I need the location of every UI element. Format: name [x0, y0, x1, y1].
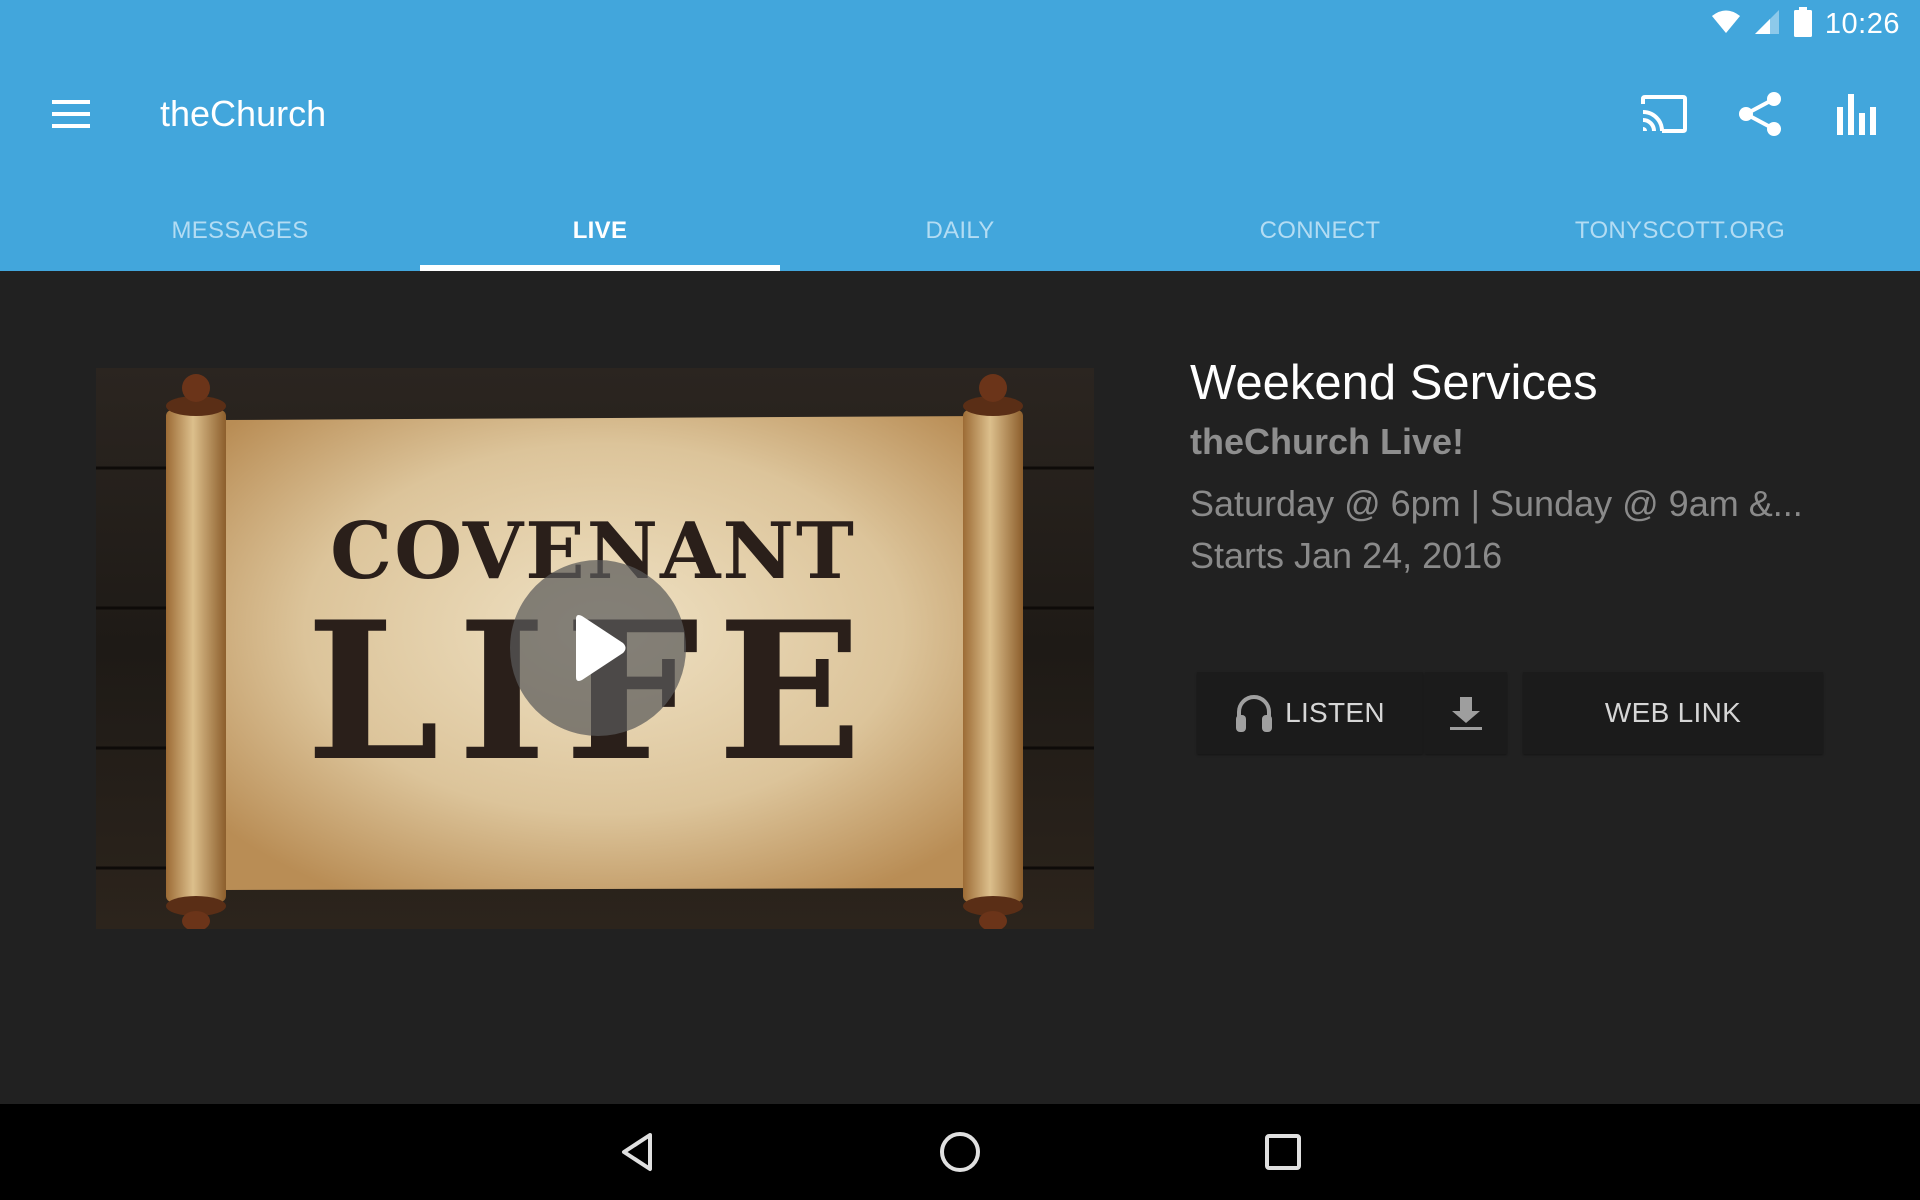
home-button[interactable] [920, 1122, 1000, 1182]
tab-bar: MESSAGES LIVE DAILY CONNECT TONYSCOTT.OR… [0, 190, 1920, 271]
hamburger-menu-icon [52, 100, 90, 128]
tab-spacer [0, 190, 60, 271]
battery-icon [1793, 6, 1813, 42]
live-info: Weekend Services theChurch Live! Saturda… [1190, 350, 1830, 582]
event-schedule: Saturday @ 6pm | Sunday @ 9am &... [1190, 483, 1803, 524]
event-start-date: Starts Jan 24, 2016 [1190, 535, 1503, 576]
cast-icon [1641, 95, 1687, 133]
listen-button[interactable]: LISTEN [1197, 672, 1423, 754]
share-button[interactable] [1730, 84, 1790, 144]
tab-connect[interactable]: CONNECT [1140, 190, 1500, 271]
app-root: 10:26 theChurch MESSAGES LIVE DAILY CONN… [0, 0, 1920, 1200]
home-icon [940, 1132, 980, 1172]
bar-chart-icon [1837, 94, 1876, 135]
status-time: 10:26 [1824, 7, 1900, 40]
tab-messages[interactable]: MESSAGES [60, 190, 420, 271]
recents-button[interactable] [1243, 1122, 1323, 1182]
recents-icon [1265, 1134, 1301, 1170]
play-icon [576, 615, 626, 681]
download-icon [1450, 697, 1482, 730]
share-icon [1739, 92, 1781, 136]
tab-live[interactable]: LIVE [420, 190, 780, 271]
status-bar: 10:26 [1711, 0, 1920, 48]
app-title: theChurch [160, 93, 327, 134]
back-button[interactable] [597, 1122, 677, 1182]
wifi-icon [1711, 9, 1741, 40]
listen-label: LISTEN [1285, 697, 1385, 728]
event-title: Weekend Services [1190, 356, 1598, 410]
play-button[interactable] [510, 560, 686, 736]
app-bar: 10:26 theChurch MESSAGES LIVE DAILY CONN… [0, 0, 1920, 271]
cast-button[interactable] [1634, 84, 1694, 144]
headphones-icon [1236, 695, 1273, 732]
tab-tonyscott-org[interactable]: TONYSCOTT.ORG [1500, 190, 1860, 271]
toolbar: theChurch [0, 64, 1920, 164]
web-link-button[interactable]: WEB LINK [1523, 672, 1823, 754]
back-icon [622, 1133, 652, 1171]
tab-daily[interactable]: DAILY [780, 190, 1140, 271]
menu-button[interactable] [44, 90, 100, 138]
system-nav-bar [0, 1104, 1920, 1200]
download-button[interactable] [1425, 672, 1507, 754]
stats-button[interactable] [1826, 84, 1886, 144]
cellular-signal-icon [1753, 9, 1781, 40]
event-subtitle: theChurch Live! [1190, 421, 1465, 462]
